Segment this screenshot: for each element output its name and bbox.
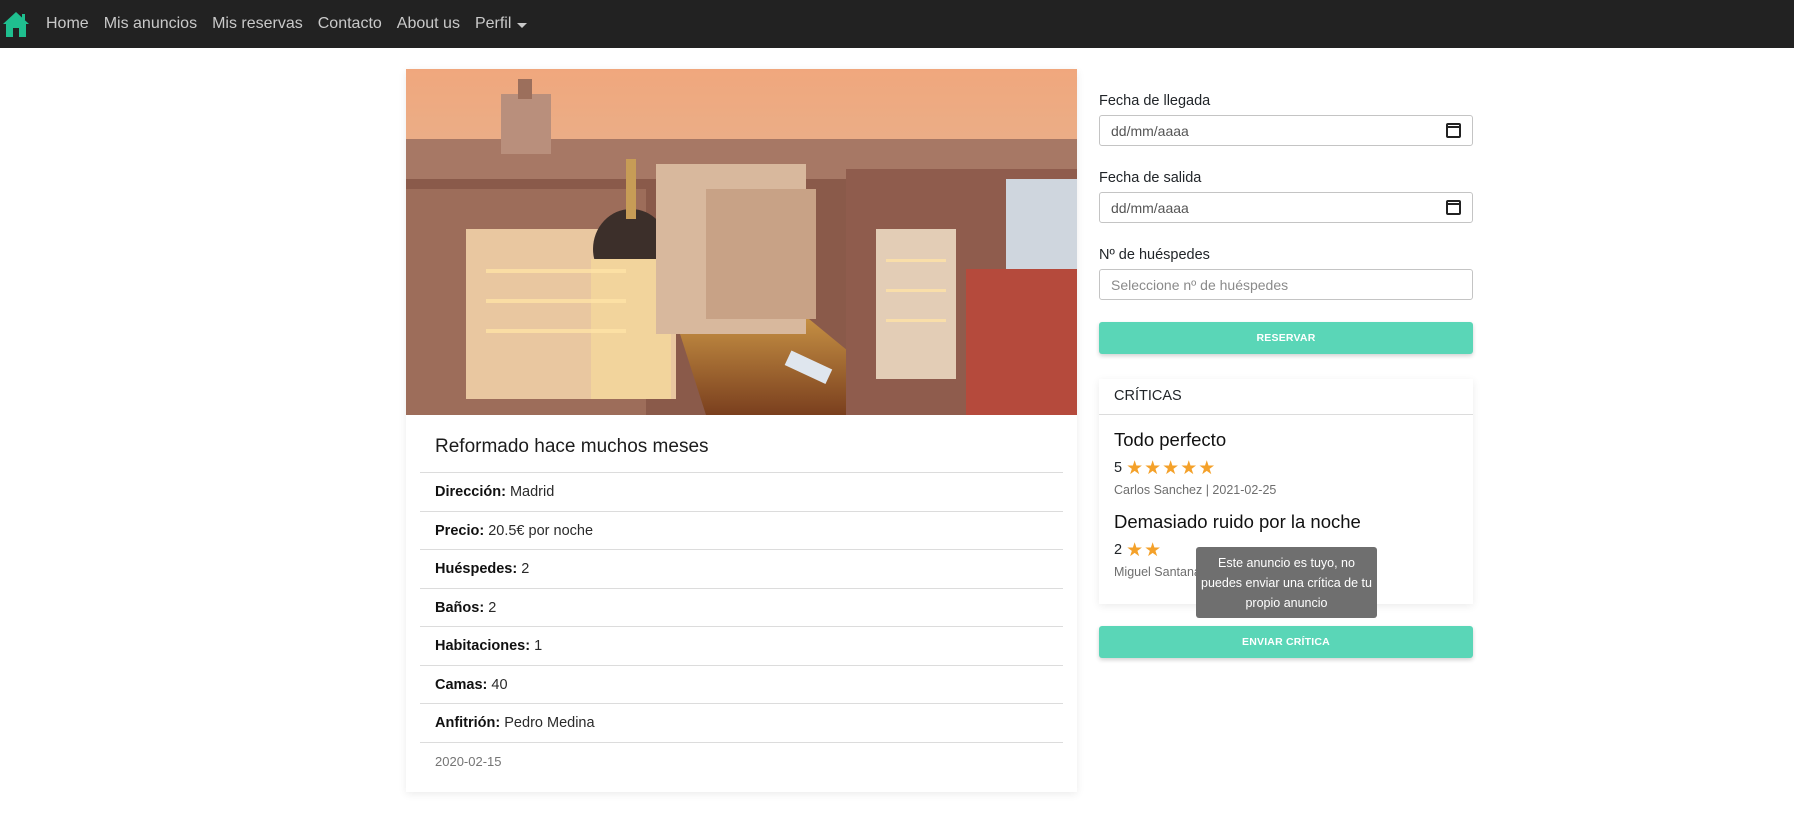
arrival-date-placeholder: dd/mm/aaaa [1111,122,1189,139]
top-navbar: Home Mis anuncios Mis reservas Contacto … [0,0,1794,48]
brand-home-link[interactable] [0,7,32,41]
info-row-huespedes: Huéspedes: 2 [420,550,1063,589]
info-value: Pedro Medina [504,715,595,731]
listing-card: Reformado hace muchos meses Dirección: M… [406,69,1077,792]
star-icon: ★ [1126,539,1144,561]
nav-perfil-label: Perfil [474,15,512,32]
star-icon: ★ [1144,457,1162,479]
info-value: 1 [534,638,543,654]
nav-contacto[interactable]: Contacto [318,15,382,33]
info-value: Madrid [509,484,555,500]
info-label: Habitaciones: [435,638,531,654]
home-icon [3,12,29,37]
star-icon: ★ [1180,457,1198,479]
nav-mis-reservas[interactable]: Mis reservas [212,15,303,33]
info-row-anfitrion: Anfitrión: Pedro Medina [420,704,1063,743]
review-rating: 5 ★ ★ ★ ★ ★ [1114,457,1458,479]
departure-date-input[interactable]: dd/mm/aaaa [1099,192,1473,223]
nav-about-us[interactable]: About us [397,15,460,33]
listing-title: Reformado hace muchos meses [420,415,1063,473]
review-item: Todo perfecto 5 ★ ★ ★ ★ ★ Carlos Sanchez… [1099,429,1473,497]
review-title: Demasiado ruido por la noche [1114,511,1361,532]
nav-links: Home Mis anuncios Mis reservas Contacto … [46,15,542,33]
rating-stars: ★ ★ [1126,539,1162,561]
nav-mis-anuncios[interactable]: Mis anuncios [104,15,197,33]
reviews-header: CRÍTICAS [1099,379,1473,415]
send-review-button[interactable]: ENVIAR CRÍTICA [1099,626,1473,658]
calendar-icon[interactable] [1446,200,1461,215]
star-icon: ★ [1162,457,1180,479]
star-icon: ★ [1144,539,1162,561]
info-label: Anfitrión: [435,715,501,731]
info-label: Huéspedes: [435,561,518,577]
rating-number: 5 [1114,460,1123,476]
rating-stars: ★ ★ ★ ★ ★ [1126,457,1216,479]
rating-number: 2 [1114,542,1123,558]
info-value: 2 [488,599,497,616]
reserve-button[interactable]: RESERVAR [1099,322,1473,354]
listing-details: Reformado hace muchos meses Dirección: M… [406,415,1077,780]
guests-input[interactable]: Seleccione nº de huéspedes [1099,269,1473,300]
info-label: Dirección: [435,484,506,500]
guests-placeholder: Seleccione nº de huéspedes [1111,276,1289,293]
review-meta: Carlos Sanchez | 2021-02-25 [1114,483,1277,497]
tooltip: Este anuncio es tuyo, no puedes enviar u… [1196,547,1377,618]
calendar-icon[interactable] [1446,123,1461,138]
info-label: Baños: [435,599,485,616]
info-value: 2 [521,561,530,577]
listing-photo [406,69,1077,415]
nav-home[interactable]: Home [46,15,89,33]
star-icon: ★ [1126,457,1144,479]
info-value: 40 [491,676,508,693]
departure-date-label: Fecha de salida [1099,170,1202,186]
arrival-date-input[interactable]: dd/mm/aaaa [1099,115,1473,146]
info-value: 20.5€ por noche [488,522,594,539]
guests-label: Nº de huéspedes [1099,247,1210,263]
departure-date-placeholder: dd/mm/aaaa [1111,199,1189,216]
review-title: Todo perfecto [1114,429,1227,450]
info-row-habitaciones: Habitaciones: 1 [420,627,1063,666]
star-icon: ★ [1198,457,1216,479]
info-row-precio: Precio: 20.5€ por noche [420,512,1063,550]
info-row-camas: Camas: 40 [420,666,1063,704]
nav-perfil-dropdown[interactable]: Perfil [474,15,528,33]
info-row-direccion: Dirección: Madrid [420,473,1063,512]
info-label: Camas: [435,676,488,693]
info-label: Precio: [435,522,485,539]
chevron-down-icon [517,22,528,28]
arrival-date-label: Fecha de llegada [1099,93,1211,109]
listing-date: 2020-02-15 [435,753,502,769]
info-row-banos: Baños: 2 [420,589,1063,627]
